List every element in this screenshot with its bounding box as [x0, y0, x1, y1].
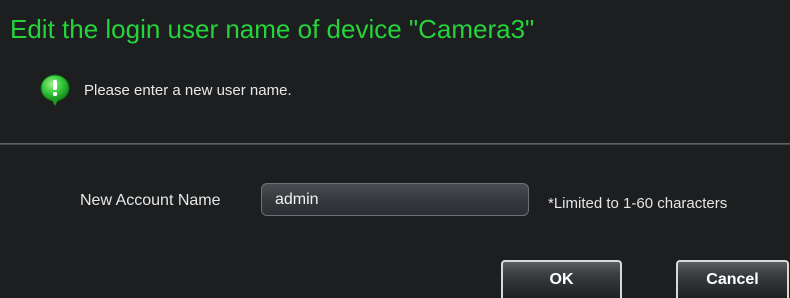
info-text: Please enter a new user name.: [84, 81, 292, 99]
divider: [0, 143, 790, 145]
ok-button[interactable]: OK: [501, 260, 622, 298]
edit-username-dialog: Edit the login user name of device "Came…: [0, 0, 790, 298]
account-name-label: New Account Name: [80, 192, 221, 209]
info-message: Please enter a new user name.: [38, 70, 292, 110]
cancel-button[interactable]: Cancel: [676, 260, 789, 298]
account-name-input[interactable]: [261, 183, 529, 216]
info-balloon-icon: [38, 73, 72, 107]
dialog-title-bar: Edit the login user name of device "Came…: [0, 0, 790, 54]
length-hint: *Limited to 1-60 characters: [548, 195, 728, 212]
dialog-title: Edit the login user name of device "Came…: [10, 14, 535, 44]
account-name-row: New Account Name *Limited to 1-60 charac…: [0, 180, 790, 220]
